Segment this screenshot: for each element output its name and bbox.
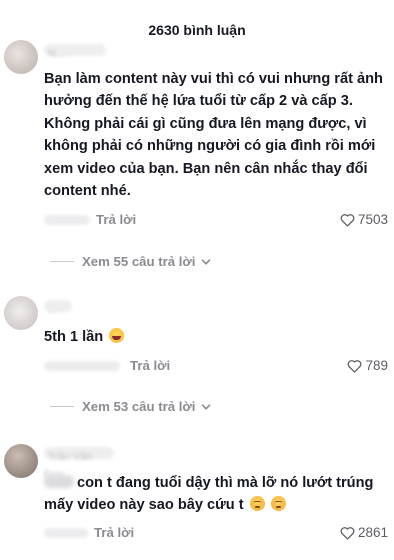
like-button[interactable]: 789 bbox=[347, 358, 388, 373]
username-blurred[interactable]: N... bbox=[44, 44, 106, 60]
reply-button[interactable]: Trả lời bbox=[94, 525, 134, 540]
comment-meta: Trả lời 7503 bbox=[44, 212, 388, 228]
reply-button[interactable]: Trả lời bbox=[130, 358, 170, 373]
heart-outline-icon bbox=[340, 213, 355, 227]
avatar[interactable] bbox=[4, 444, 38, 478]
pensive-emoji bbox=[249, 496, 265, 512]
view-replies-button[interactable]: Xem 53 câu trả lời bbox=[50, 399, 211, 414]
like-button[interactable]: 7503 bbox=[340, 212, 388, 227]
heart-outline-icon bbox=[348, 359, 362, 373]
like-button[interactable]: 2861 bbox=[340, 525, 388, 540]
like-count: 7503 bbox=[357, 212, 388, 227]
divider-line bbox=[50, 406, 74, 407]
chevron-down-icon bbox=[202, 258, 211, 265]
avatar[interactable] bbox=[4, 40, 38, 74]
heart-outline-icon bbox=[340, 526, 355, 540]
avatar[interactable] bbox=[4, 296, 38, 330]
comment-text: 5th 1 lần bbox=[44, 326, 386, 348]
like-count: 2861 bbox=[357, 525, 388, 540]
reply-button[interactable]: Trả lời bbox=[96, 212, 136, 227]
view-replies-button[interactable]: Xem 55 câu trả lời bbox=[50, 254, 211, 269]
timestamp-blurred bbox=[44, 361, 120, 371]
comment-meta: Trả lời 2861 bbox=[44, 525, 388, 541]
pensive-emoji bbox=[270, 496, 286, 512]
username-blurred[interactable]: ... bbox=[44, 300, 72, 316]
chevron-down-icon bbox=[202, 403, 211, 410]
like-count: 789 bbox=[365, 358, 388, 373]
view-replies-label: Xem 53 câu trả lời bbox=[82, 399, 196, 414]
view-replies-label: Xem 55 câu trả lời bbox=[82, 254, 196, 269]
timestamp-blurred bbox=[44, 215, 90, 225]
comment-text: Bạn làm content này vui thì có vui nhưng… bbox=[44, 71, 383, 200]
comment-meta: Trả lời 789 bbox=[44, 358, 388, 374]
comments-count-title: 2630 bình luận bbox=[148, 22, 246, 38]
username-blurred[interactable]: Trần Văn Đức bbox=[44, 447, 114, 481]
comment-text: con t đang tuổi dậy thì mà lỡ nó lướt tr… bbox=[44, 475, 374, 514]
mention-blurred bbox=[44, 475, 74, 488]
timestamp-blurred bbox=[44, 528, 88, 538]
divider-line bbox=[50, 261, 74, 262]
laughing-emoji bbox=[109, 328, 125, 343]
